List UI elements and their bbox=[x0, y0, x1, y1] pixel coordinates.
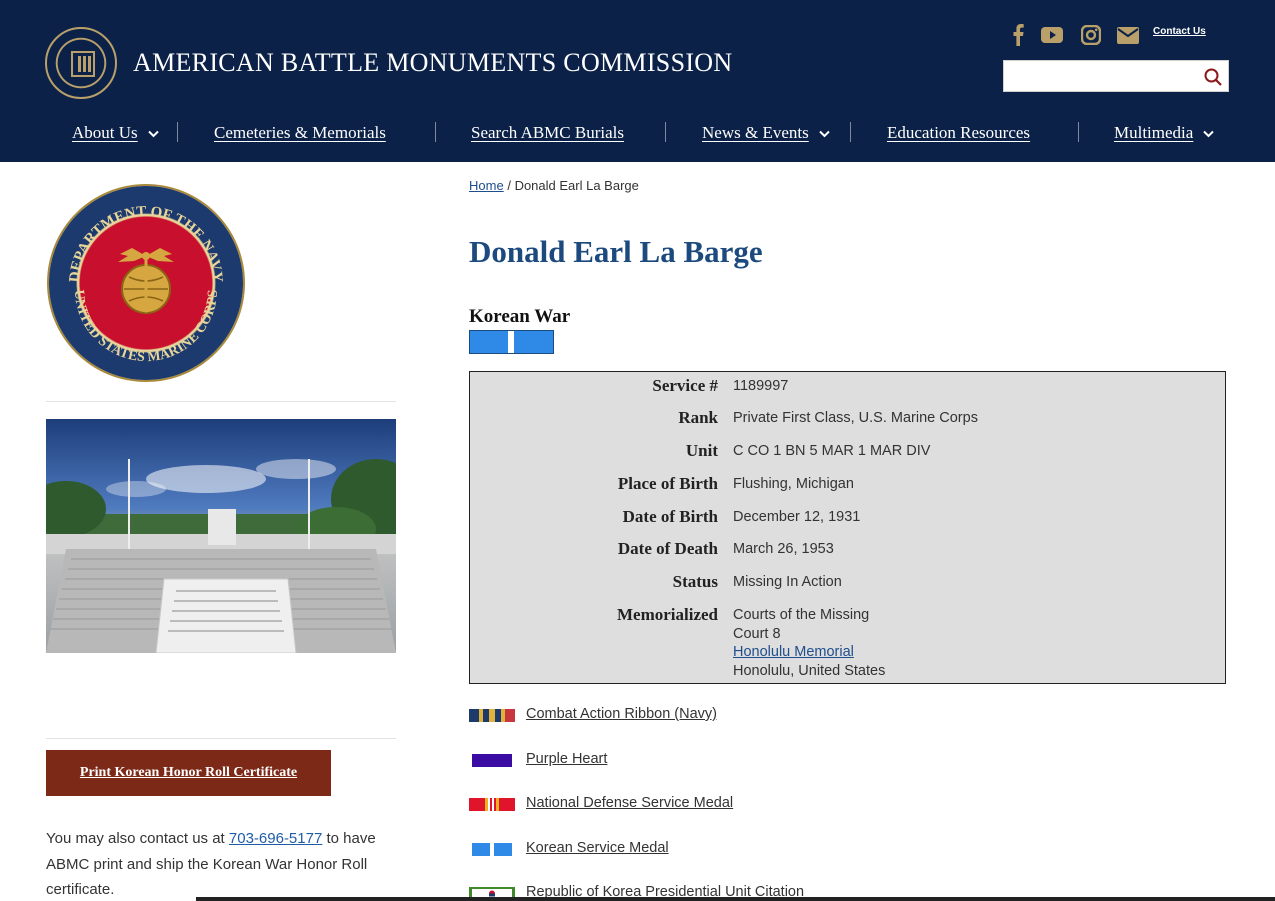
main-nav: About Us Cemeteries & Memorials Search A… bbox=[0, 118, 1275, 148]
usmc-seal-lettering: DEPARTMENT OF THE NAVY UNITED STATES MAR… bbox=[67, 204, 225, 365]
instagram-icon[interactable] bbox=[1079, 22, 1103, 48]
detail-label: Date of Death bbox=[617, 539, 718, 558]
search-box bbox=[1003, 60, 1229, 92]
abmc-logo[interactable] bbox=[45, 27, 117, 99]
war-name: Korean War bbox=[469, 306, 571, 327]
chevron-down-icon bbox=[819, 123, 830, 143]
award-item: National Defense Service Medal bbox=[469, 795, 969, 815]
site-header: AMERICAN BATTLE MONUMENTS COMMISSION Con… bbox=[0, 0, 1275, 162]
memorial-location: Honolulu, United States bbox=[733, 662, 886, 679]
memorial-court: Courts of the Missing bbox=[733, 607, 870, 623]
memorial-link[interactable]: Honolulu Memorial bbox=[733, 644, 854, 660]
search-icon bbox=[1204, 68, 1222, 86]
nav-about-us[interactable]: About Us bbox=[72, 118, 159, 148]
detail-value: December 12, 1931 bbox=[733, 509, 861, 525]
mail-icon[interactable] bbox=[1115, 22, 1141, 48]
award-item: Korean Service Medal bbox=[469, 840, 969, 860]
nav-divider bbox=[665, 122, 666, 142]
chevron-down-icon bbox=[1203, 123, 1215, 143]
detail-label: Place of Birth bbox=[617, 474, 718, 493]
honolulu-memorial-image bbox=[46, 459, 396, 653]
search-input[interactable] bbox=[1004, 61, 1200, 91]
detail-value: March 26, 1953 bbox=[733, 541, 834, 557]
nav-divider bbox=[435, 122, 436, 142]
site-title[interactable]: AMERICAN BATTLE MONUMENTS COMMISSION bbox=[133, 48, 732, 78]
detail-label: Date of Birth bbox=[622, 507, 718, 526]
detail-value: C CO 1 BN 5 MAR 1 MAR DIV bbox=[733, 443, 931, 459]
detail-value: 1189997 bbox=[733, 378, 789, 394]
nav-item-label: Cemeteries & Memorials bbox=[214, 123, 386, 142]
nav-item-label: About Us bbox=[72, 123, 138, 142]
combat-action-ribbon-icon bbox=[469, 709, 515, 722]
breadcrumb-home-link[interactable]: Home bbox=[469, 178, 504, 193]
nav-cemeteries-memorials[interactable]: Cemeteries & Memorials bbox=[214, 118, 386, 148]
page-bottom-border bbox=[196, 897, 1275, 901]
purple-heart-ribbon-icon bbox=[469, 754, 515, 767]
nav-news-events[interactable]: News & Events bbox=[702, 118, 830, 148]
detail-value: Missing In Action bbox=[733, 574, 842, 590]
contact-us-link[interactable]: Contact Us bbox=[1153, 26, 1206, 37]
youtube-icon[interactable] bbox=[1040, 22, 1064, 48]
facebook-icon[interactable] bbox=[1008, 22, 1028, 48]
nav-item-label: Education Resources bbox=[887, 123, 1031, 142]
nav-divider bbox=[1078, 122, 1079, 142]
breadcrumb-current: Donald Earl La Barge bbox=[514, 178, 639, 193]
award-link[interactable]: Purple Heart bbox=[526, 751, 607, 767]
sidebar-divider bbox=[46, 401, 396, 402]
detail-label: Service # bbox=[652, 376, 718, 395]
national-defense-ribbon-icon bbox=[469, 798, 515, 811]
nav-search-burials[interactable]: Search ABMC Burials bbox=[471, 118, 624, 148]
nav-item-label: Multimedia bbox=[1114, 123, 1194, 142]
detail-label: Rank bbox=[678, 408, 718, 427]
award-link[interactable]: Korean Service Medal bbox=[526, 840, 669, 856]
award-item: Combat Action Ribbon (Navy) bbox=[469, 706, 969, 726]
korean-service-ribbon-icon bbox=[469, 843, 515, 856]
award-link[interactable]: Combat Action Ribbon (Navy) bbox=[526, 706, 717, 722]
print-certificate-button[interactable]: Print Korean Honor Roll Certificate bbox=[46, 750, 331, 796]
nav-divider bbox=[850, 122, 851, 142]
award-link[interactable]: National Defense Service Medal bbox=[526, 795, 733, 811]
nav-education-resources[interactable]: Education Resources bbox=[887, 118, 1030, 148]
search-button[interactable] bbox=[1202, 66, 1224, 88]
award-item: Purple Heart bbox=[469, 751, 969, 771]
service-details-table: Service # 1189997 Rank Private First Cla… bbox=[469, 371, 1226, 684]
usmc-seal: DEPARTMENT OF THE NAVY UNITED STATES MAR… bbox=[49, 186, 243, 380]
detail-value: Flushing, Michigan bbox=[733, 476, 854, 492]
contact-text-pre: You may also contact us at bbox=[46, 830, 229, 847]
detail-label: Unit bbox=[685, 441, 718, 460]
memorial-photo[interactable] bbox=[46, 419, 396, 653]
nav-divider bbox=[177, 122, 178, 142]
detail-label: Memorialized bbox=[616, 605, 718, 624]
breadcrumb-separator: / bbox=[507, 178, 511, 193]
phone-link[interactable]: 703-696-5177 bbox=[229, 830, 322, 847]
detail-value: Private First Class, U.S. Marine Corps bbox=[733, 410, 978, 426]
contact-paragraph: You may also contact us at 703-696-5177 … bbox=[46, 826, 406, 901]
chevron-down-icon bbox=[147, 123, 159, 143]
page-title: Donald Earl La Barge bbox=[469, 234, 763, 269]
memorialized-value: Courts of the Missing Court 8 Honolulu M… bbox=[733, 606, 885, 680]
abmc-seal-emblem bbox=[71, 51, 95, 77]
nav-item-label: Search ABMC Burials bbox=[471, 123, 624, 142]
memorial-court-number: Court 8 bbox=[733, 625, 781, 642]
korean-war-ribbon-icon bbox=[469, 330, 554, 354]
nav-item-label: News & Events bbox=[702, 123, 809, 142]
breadcrumb: Home / Donald Earl La Barge bbox=[469, 178, 639, 193]
sidebar-divider bbox=[46, 738, 396, 739]
detail-label: Status bbox=[672, 572, 718, 591]
nav-multimedia[interactable]: Multimedia bbox=[1114, 118, 1215, 148]
